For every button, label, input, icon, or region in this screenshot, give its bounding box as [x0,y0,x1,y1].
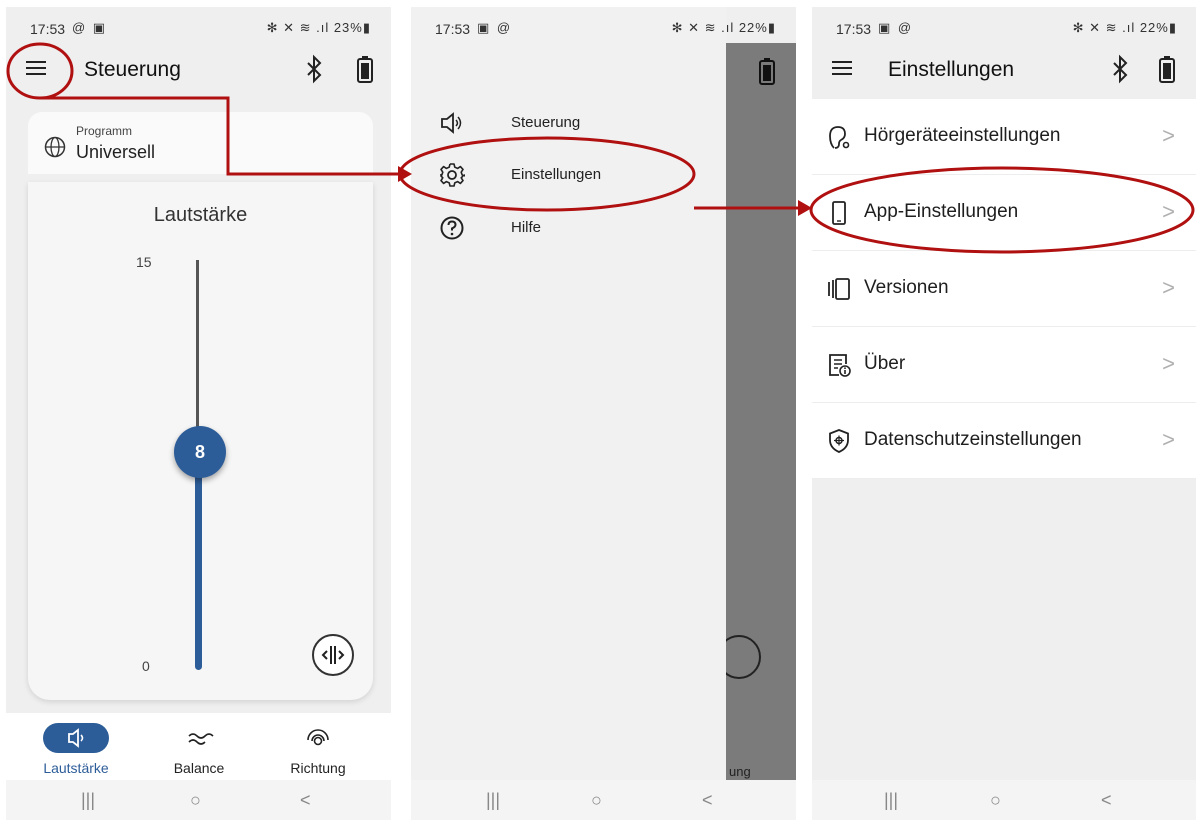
drawer-item-einstellungen[interactable]: Einstellungen [411,150,726,200]
program-selector[interactable]: Programm Universell [28,112,373,174]
speaker-icon [441,112,462,134]
balance-icon [188,733,214,745]
system-navigation-bar: ||| ○ < [411,780,796,820]
bottom-navigation: Lautstärke Balance Richtung [6,713,391,783]
globe-icon [44,136,66,158]
versions-icon [828,278,850,300]
chevron-right-icon: > [1162,351,1175,376]
back-button[interactable]: < [300,790,311,811]
drawer-item-hilfe[interactable]: Hilfe [411,203,726,253]
ear-icon [829,126,850,149]
settings-item-label: Über [864,353,906,374]
back-button[interactable]: < [702,790,713,811]
status-system-icons: ✻ ✕ ≋ .ıl 22%▮ [1072,20,1177,35]
tab-label: Balance [173,760,225,776]
direction-icon [307,729,329,746]
status-time: 17:53 [836,21,872,37]
app-bar: Einstellungen [812,43,1196,99]
status-notification-icons: @ ▣ [72,20,108,35]
settings-item-label: App-Einstellungen [864,201,1019,222]
volume-max-label: 15 [136,254,152,270]
system-navigation-bar: ||| ○ < [812,780,1196,820]
chevron-right-icon: > [1162,275,1175,300]
phone-screen-einstellungen: 17:53 ▣ @ ✻ ✕ ≋ .ıl 22%▮ Einstellungen H… [812,7,1196,820]
status-time: 17:53 [30,21,66,37]
phone-screen-steuerung: 17:53 @ ▣ ✻ ✕ ≋ .ıl 23%▮ Steuerung Progr… [6,7,391,820]
program-label: Programm [76,124,133,138]
status-notification-icons: ▣ @ [878,20,914,35]
chevron-right-icon: > [1162,427,1175,452]
tab-label-behind-scrim: ung [729,764,751,779]
gear-icon [440,163,465,187]
drawer-item-label: Steuerung [511,114,581,131]
settings-item-ueber[interactable]: Über > [812,327,1196,403]
settings-item-hoergeraeteeinstellungen[interactable]: Hörgeräteeinstellungen > [812,99,1196,175]
settings-item-label: Datenschutzeinstellungen [864,429,1082,450]
settings-item-label: Versionen [864,277,949,298]
hamburger-menu-icon[interactable] [26,61,46,75]
navigation-drawer: 17:53 ▣ @ ✻ ✕ ≋ .ıl 22%▮ Steuerung Einst… [411,7,775,820]
settings-item-versionen[interactable]: Versionen > [812,251,1196,327]
settings-item-app-einstellungen[interactable]: App-Einstellungen > [812,175,1196,251]
battery-icon[interactable] [1158,55,1176,83]
info-document-icon [829,354,851,377]
volume-slider-track[interactable] [196,260,199,430]
bluetooth-icon[interactable] [1110,54,1130,84]
program-value: Universell [76,142,156,162]
battery-icon [759,58,775,85]
settings-item-label: Hörgeräteeinstellungen [864,125,1061,146]
tab-lautstaerke[interactable]: Lautstärke [16,713,136,776]
status-notification-icons: ▣ @ [477,20,513,35]
home-button[interactable]: ○ [990,790,1001,811]
tab-label: Lautstärke [43,760,109,776]
page-title: Steuerung [84,58,181,81]
status-bar: 17:53 @ ▣ ✻ ✕ ≋ .ıl 23%▮ [6,7,391,43]
volume-title: Lautstärke [153,204,248,226]
split-volume-button[interactable] [312,634,354,676]
volume-min-label: 0 [142,658,150,674]
hamburger-menu-icon[interactable] [832,61,852,75]
home-button[interactable]: ○ [190,790,201,811]
home-button[interactable]: ○ [591,790,602,811]
back-button[interactable]: < [1101,790,1112,811]
phone-icon [832,201,846,225]
bluetooth-icon[interactable] [304,54,324,84]
page-title: Einstellungen [888,58,1015,81]
chevron-right-icon: > [1162,123,1175,148]
volume-slider-knob[interactable]: 8 [174,426,226,478]
settings-list: Hörgeräteeinstellungen > App-Einstellung… [812,99,1196,479]
annotation-arrowhead [798,200,812,216]
status-bar: 17:53 ▣ @ ✻ ✕ ≋ .ıl 22%▮ [411,7,796,43]
tab-balance[interactable]: Balance [139,713,259,776]
help-icon [440,216,464,240]
tab-label: Richtung [290,760,346,776]
settings-item-datenschutzeinstellungen[interactable]: Datenschutzeinstellungen > [812,403,1196,479]
status-bar: 17:53 ▣ @ ✻ ✕ ≋ .ıl 22%▮ [812,7,1196,43]
phone-screen-drawer: ung 17:53 ▣ @ ✻ ✕ ≋ .ıl 22%▮ Steuerung E… [411,7,796,820]
status-system-icons: ✻ ✕ ≋ .ıl 22%▮ [671,20,776,35]
annotation-arrowhead [398,166,412,182]
shield-icon [829,429,849,453]
drawer-item-label: Hilfe [511,219,542,236]
chevron-right-icon: > [1162,199,1175,224]
status-time: 17:53 [435,21,471,37]
recent-apps-button[interactable]: ||| [486,790,500,811]
app-bar: Steuerung [6,43,391,99]
speaker-icon [68,728,84,748]
tab-richtung[interactable]: Richtung [258,713,378,776]
drawer-item-steuerung[interactable]: Steuerung [411,98,726,148]
split-arrows-icon [321,646,345,664]
recent-apps-button[interactable]: ||| [884,790,898,811]
volume-card: Lautstärke 15 0 8 [28,182,373,700]
drawer-item-label: Einstellungen [511,166,602,183]
battery-icon[interactable] [356,55,374,83]
system-navigation-bar: ||| ○ < [6,780,391,820]
recent-apps-button[interactable]: ||| [81,790,95,811]
volume-slider-fill[interactable] [195,462,202,670]
status-system-icons: ✻ ✕ ≋ .ıl 23%▮ [266,20,371,35]
